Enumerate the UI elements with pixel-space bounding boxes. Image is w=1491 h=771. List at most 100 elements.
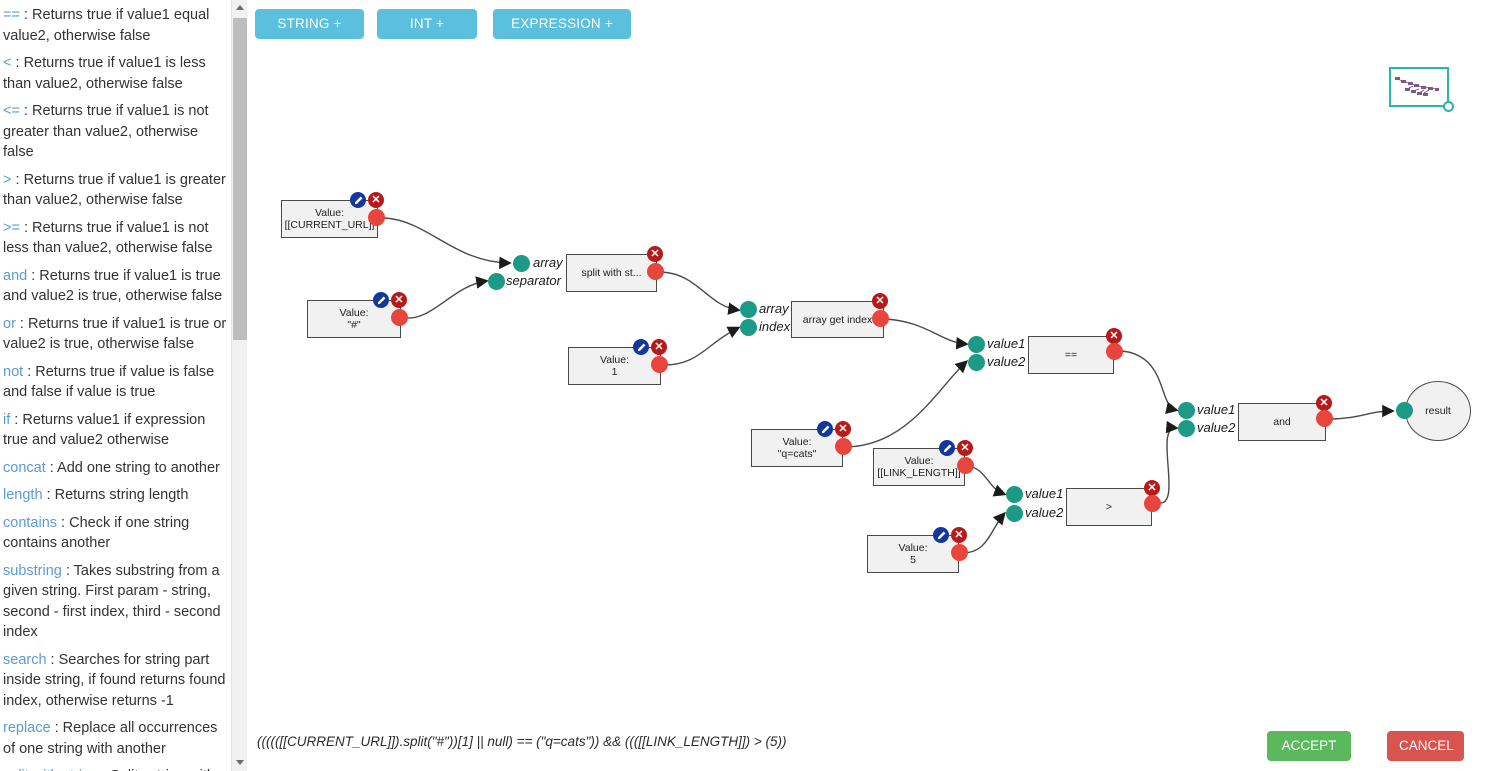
add-string-button[interactable]: STRING + [255, 9, 364, 39]
output-port[interactable] [872, 310, 889, 327]
close-icon[interactable]: ✕ [1106, 328, 1122, 344]
help-entry-keyword: or [3, 315, 16, 332]
help-entry[interactable]: search : Searches for string part inside… [3, 650, 229, 712]
output-port[interactable] [391, 309, 408, 326]
output-port[interactable] [957, 457, 974, 474]
node-greater-than[interactable]: > [1066, 488, 1152, 526]
node-value-hash[interactable]: Value: "#" [307, 300, 401, 338]
help-entry-separator: : [11, 55, 24, 71]
scroll-down-arrow-icon[interactable] [232, 754, 247, 771]
pencil-icon[interactable] [633, 339, 649, 355]
help-entry-keyword: length [3, 487, 43, 503]
help-entry-separator: : [19, 7, 33, 23]
help-entry[interactable]: or : Returns true if value1 is true or v… [3, 314, 229, 355]
close-icon[interactable]: ✕ [1316, 395, 1332, 411]
close-icon[interactable]: ✕ [951, 527, 967, 543]
pencil-icon[interactable] [817, 421, 833, 437]
help-entry[interactable]: length : Returns string length [3, 485, 229, 506]
pencil-icon[interactable] [373, 292, 389, 308]
scrollbar-thumb[interactable] [233, 18, 247, 340]
close-icon[interactable]: ✕ [368, 192, 384, 208]
input-port-value2[interactable] [968, 354, 985, 371]
input-port-value1[interactable] [1178, 402, 1195, 419]
help-entry[interactable]: concat : Add one string to another [3, 458, 229, 479]
output-port[interactable] [368, 209, 385, 226]
scroll-up-arrow-icon[interactable] [232, 0, 247, 17]
output-port[interactable] [835, 438, 852, 455]
help-entry-keyword: and [3, 267, 28, 284]
help-entry[interactable]: and : Returns true if value1 is true and… [3, 266, 229, 307]
node-value-one[interactable]: Value: 1 [568, 347, 661, 385]
input-port-value2[interactable] [1006, 505, 1023, 522]
help-entry-text: Returns value1 if expression true and va… [3, 411, 206, 449]
minimap-preview [1395, 77, 1439, 96]
help-entry[interactable]: > : Returns true if value1 is greater th… [3, 170, 229, 211]
help-entry-separator: : [10, 411, 23, 428]
close-icon[interactable]: ✕ [835, 421, 851, 437]
node-array-get-index[interactable]: array get index [791, 301, 884, 338]
input-label-value2: value2 [1197, 420, 1236, 435]
node-result[interactable]: result [1405, 381, 1471, 441]
pencil-icon[interactable] [939, 440, 955, 456]
help-entry[interactable]: substring : Takes substring from a given… [3, 561, 229, 643]
input-label-array: array [533, 255, 563, 270]
help-entry[interactable]: contains : Check if one string contains … [3, 513, 229, 554]
close-icon[interactable]: ✕ [651, 339, 667, 355]
node-split-with-string[interactable]: split with st... [566, 254, 657, 292]
input-port-result[interactable] [1396, 402, 1413, 419]
help-entry-separator: : [15, 315, 28, 332]
minimap-resize-handle[interactable] [1443, 101, 1454, 112]
help-entry[interactable]: replace : Replace all occurrences of one… [3, 718, 229, 759]
input-port-array[interactable] [740, 301, 757, 318]
help-entry-separator: : [42, 487, 55, 503]
close-icon[interactable]: ✕ [391, 292, 407, 308]
help-entry[interactable]: not : Returns true if value is false and… [3, 362, 229, 403]
sidebar-scrollbar[interactable] [231, 0, 247, 771]
close-icon[interactable]: ✕ [647, 246, 663, 262]
input-label-separator: separator [506, 273, 561, 288]
input-port-value1[interactable] [1006, 486, 1023, 503]
node-toolbar: STRING + INT + EXPRESSION + [248, 0, 1491, 48]
function-help-list[interactable]: == : Returns true if value1 equal value2… [0, 0, 231, 771]
close-icon[interactable]: ✕ [957, 440, 973, 456]
help-entry-separator: : [19, 219, 33, 236]
help-entry[interactable]: == : Returns true if value1 equal value2… [3, 5, 229, 46]
input-port-value1[interactable] [968, 336, 985, 353]
output-port[interactable] [647, 263, 664, 280]
pencil-icon[interactable] [933, 527, 949, 543]
input-label-array: array [759, 301, 789, 316]
output-port[interactable] [1106, 343, 1123, 360]
help-entry[interactable]: >= : Returns true if value1 is not less … [3, 218, 229, 259]
output-port[interactable] [651, 356, 668, 373]
input-port-array[interactable] [513, 255, 530, 272]
close-icon[interactable]: ✕ [872, 293, 888, 309]
help-entry[interactable]: <= : Returns true if value1 is not great… [3, 101, 229, 163]
output-port[interactable] [1144, 495, 1161, 512]
output-port[interactable] [1316, 410, 1333, 427]
node-and[interactable]: and [1238, 403, 1326, 441]
expression-builder-window: == : Returns true if value1 equal value2… [0, 0, 1491, 771]
input-port-separator[interactable] [488, 273, 505, 290]
help-entry[interactable]: if : Returns value1 if expression true a… [3, 410, 229, 451]
help-entry-keyword: substring [3, 562, 62, 579]
help-entry-text: Returns true if value1 is true or value2… [3, 315, 227, 353]
help-entry[interactable]: split with string : Splits string with d… [3, 766, 229, 771]
input-port-index[interactable] [740, 319, 757, 336]
node-equals[interactable]: == [1028, 336, 1114, 374]
help-entry-separator: : [46, 651, 59, 668]
close-icon[interactable]: ✕ [1144, 480, 1160, 496]
minimap[interactable] [1389, 67, 1454, 112]
help-entry[interactable]: < : Returns true if value1 is less than … [3, 53, 229, 94]
accept-button[interactable]: ACCEPT > [1267, 731, 1351, 771]
add-int-button[interactable]: INT + [377, 9, 477, 39]
graph-canvas[interactable]: Value: [[CURRENT_URL]] ✕ Value: "#" ✕ sp… [248, 48, 1491, 723]
input-label-value1: value1 [1025, 486, 1064, 501]
help-entry-keyword: == [3, 7, 20, 23]
pencil-icon[interactable] [350, 192, 366, 208]
footer-bar: ((((([[CURRENT_URL]]).split("#"))[1] || … [248, 723, 1491, 771]
output-port[interactable] [951, 544, 968, 561]
cancel-button[interactable]: CANCEL [1387, 731, 1464, 761]
node-label: Value: [[LINK_LENGTH]] [877, 455, 961, 479]
add-expression-button[interactable]: EXPRESSION + [493, 9, 631, 39]
input-port-value2[interactable] [1178, 420, 1195, 437]
